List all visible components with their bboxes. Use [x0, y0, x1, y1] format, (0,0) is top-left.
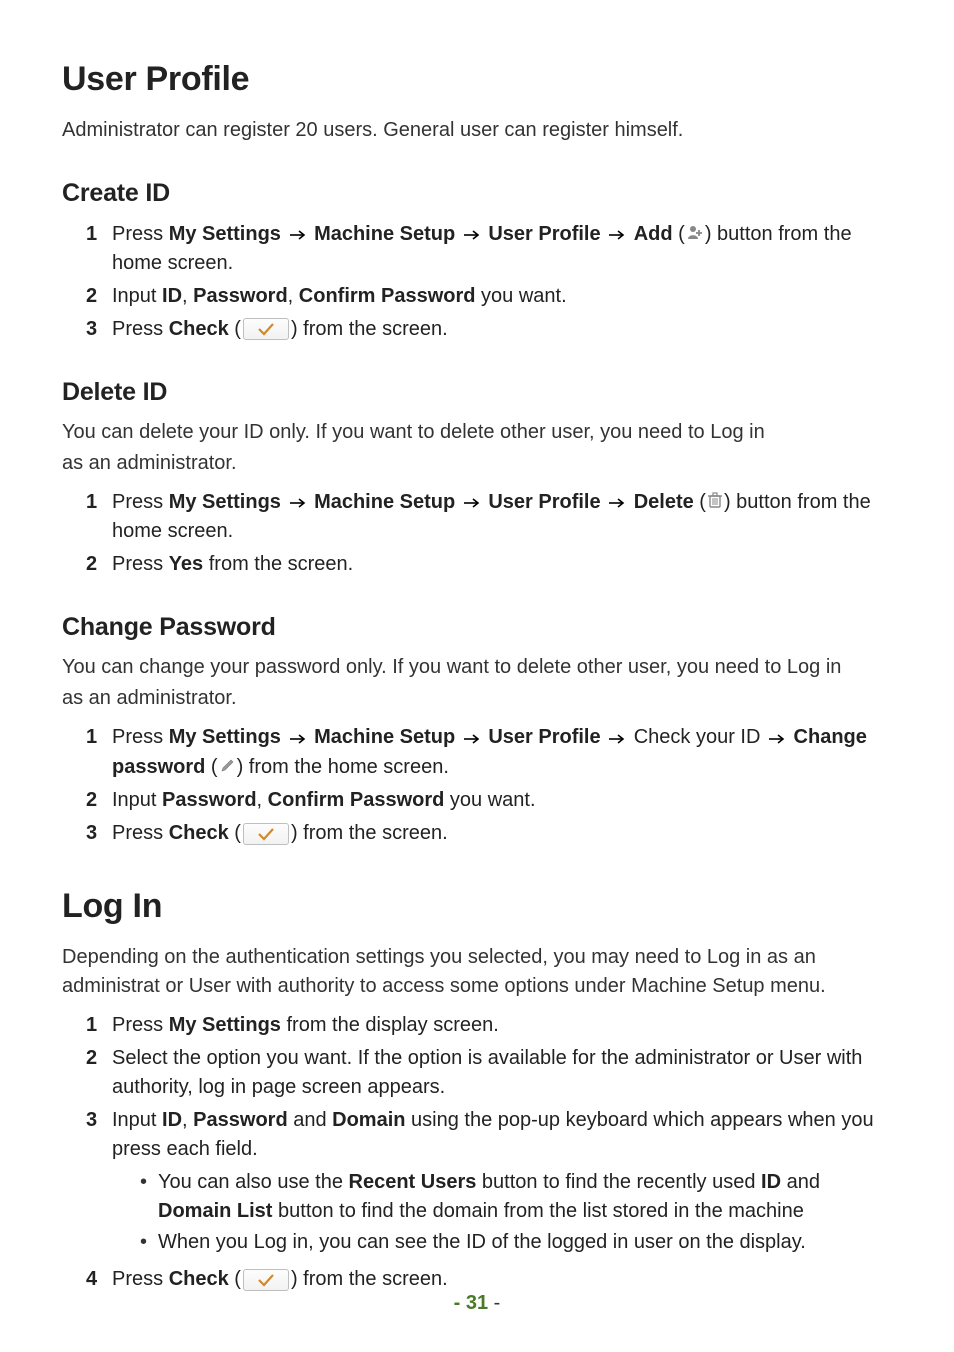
arrow-icon: [768, 724, 786, 753]
step-item: 1 Press My Settings Machine Setup User P…: [86, 488, 892, 546]
intro-log-in: Depending on the authentication settings…: [62, 943, 892, 1001]
heading-delete-id: Delete ID: [62, 374, 892, 410]
step-body: Press Yes from the screen.: [112, 550, 892, 579]
arrow-icon: [608, 724, 626, 753]
arrow-icon: [608, 220, 626, 249]
step-body: Press My Settings from the display scree…: [112, 1011, 892, 1040]
trash-icon: [708, 488, 722, 517]
step-body: Press My Settings Machine Setup User Pro…: [112, 723, 892, 781]
add-user-icon: [687, 220, 703, 249]
step-body: Press My Settings Machine Setup User Pro…: [112, 220, 892, 278]
step-number: 3: [86, 1106, 112, 1135]
bullet-item: You can also use the Recent Users button…: [140, 1168, 892, 1226]
step-body: Press Check () from the screen.: [112, 819, 892, 848]
intro-user-profile: Administrator can register 20 users. Gen…: [62, 116, 892, 145]
step-number: 1: [86, 1011, 112, 1040]
arrow-icon: [463, 724, 481, 753]
step-body: Press My Settings Machine Setup User Pro…: [112, 488, 892, 546]
heading-user-profile: User Profile: [62, 55, 892, 104]
arrow-icon: [289, 488, 307, 517]
step-number: 1: [86, 220, 112, 249]
bullet-item: When you Log in, you can see the ID of t…: [140, 1228, 892, 1257]
step-item: 2 Select the option you want. If the opt…: [86, 1044, 892, 1102]
step-number: 2: [86, 550, 112, 579]
arrow-icon: [608, 488, 626, 517]
step-item: 2 Input ID, Password, Confirm Password y…: [86, 282, 892, 311]
edit-icon: [220, 753, 235, 782]
intro-change-pw-1: You can change your password only. If yo…: [62, 653, 892, 682]
check-button-icon: [243, 823, 289, 845]
steps-delete-id: 1 Press My Settings Machine Setup User P…: [62, 488, 892, 579]
step-body: Press Check () from the screen.: [112, 315, 892, 344]
step-number: 3: [86, 315, 112, 344]
steps-log-in: 1 Press My Settings from the display scr…: [62, 1011, 892, 1294]
step-number: 2: [86, 282, 112, 311]
steps-change-password: 1 Press My Settings Machine Setup User P…: [62, 723, 892, 847]
step-number: 2: [86, 786, 112, 815]
step-item: 2 Input Password, Confirm Password you w…: [86, 786, 892, 815]
heading-log-in: Log In: [62, 882, 892, 931]
steps-create-id: 1 Press My Settings Machine Setup User P…: [62, 220, 892, 344]
check-button-icon: [243, 318, 289, 340]
step-item: 1 Press My Settings Machine Setup User P…: [86, 723, 892, 781]
heading-create-id: Create ID: [62, 175, 892, 211]
heading-change-password: Change Password: [62, 609, 892, 645]
sub-bullets: You can also use the Recent Users button…: [112, 1168, 892, 1257]
step-item: 3 Press Check () from the screen.: [86, 315, 892, 344]
step-number: 1: [86, 723, 112, 752]
arrow-icon: [463, 488, 481, 517]
intro-delete-id-2: as an administrator.: [62, 449, 892, 478]
arrow-icon: [289, 724, 307, 753]
step-body: Input ID, Password, Confirm Password you…: [112, 282, 892, 311]
intro-delete-id-1: You can delete your ID only. If you want…: [62, 418, 892, 447]
arrow-icon: [289, 220, 307, 249]
page-number: - 31 -: [0, 1289, 954, 1318]
step-body: Select the option you want. If the optio…: [112, 1044, 892, 1102]
step-body: Input Password, Confirm Password you wan…: [112, 786, 892, 815]
step-item: 2 Press Yes from the screen.: [86, 550, 892, 579]
step-item: 1 Press My Settings Machine Setup User P…: [86, 220, 892, 278]
step-item: 1 Press My Settings from the display scr…: [86, 1011, 892, 1040]
step-number: 3: [86, 819, 112, 848]
intro-change-pw-2: as an administrator.: [62, 684, 892, 713]
step-item: 3 Input ID, Password and Domain using th…: [86, 1106, 892, 1261]
step-number: 2: [86, 1044, 112, 1073]
step-number: 1: [86, 488, 112, 517]
check-button-icon: [243, 1269, 289, 1291]
step-item: 3 Press Check () from the screen.: [86, 819, 892, 848]
step-body: Input ID, Password and Domain using the …: [112, 1106, 892, 1261]
arrow-icon: [463, 220, 481, 249]
